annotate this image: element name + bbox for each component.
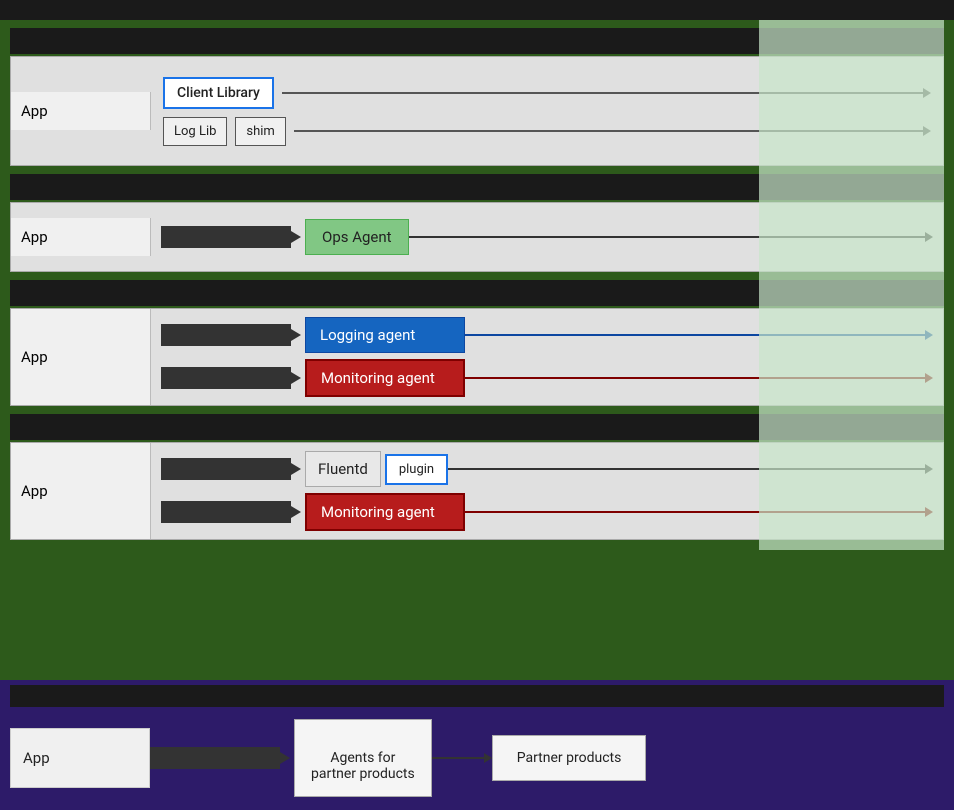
light-green-column	[759, 20, 944, 550]
green-section: App Client Library	[0, 20, 954, 680]
fluentd-box: Fluentd	[305, 451, 381, 487]
monitoring-agent-box-1: Monitoring agent	[305, 359, 465, 397]
fluentd-dark-bar	[161, 458, 291, 480]
monitoring-arrow-head-1	[291, 372, 301, 384]
logging-arrow-head	[291, 329, 301, 341]
row3-app-cell: App	[11, 309, 151, 405]
row4-app-cell: App	[11, 443, 151, 539]
partner-section: App Agents for partner products Partner …	[0, 680, 954, 810]
row2-app-label: App	[21, 228, 48, 246]
fluentd-arrow-head	[291, 463, 301, 475]
monitoring-dark-bar-1	[161, 367, 291, 389]
row1-app-cell: App	[11, 92, 151, 130]
logging-agent-box: Logging agent	[305, 317, 465, 353]
partner-content: App Agents for partner products Partner …	[10, 711, 944, 805]
main-container: App Client Library	[0, 0, 954, 810]
partner-header-bar	[10, 685, 944, 707]
partner-app-cell: App	[10, 728, 150, 788]
row2-app-cell: App	[11, 218, 151, 256]
ops-dark-bar	[161, 226, 291, 248]
client-library-box: Client Library	[163, 77, 274, 109]
log-lib-box: Log Lib	[163, 117, 227, 146]
ops-agent-box: Ops Agent	[305, 219, 409, 255]
partner-app-label: App	[23, 749, 50, 767]
partner-out-connector	[432, 753, 492, 763]
plugin-box: plugin	[385, 454, 448, 485]
row4-app-label: App	[21, 482, 48, 500]
top-bar	[0, 0, 954, 20]
monitoring-agent-box-2: Monitoring agent	[305, 493, 465, 531]
monitoring-dark-bar-2	[161, 501, 291, 523]
ops-arrow-head	[291, 231, 301, 243]
monitoring-arrow-head-2	[291, 506, 301, 518]
partner-products-box: Partner products	[492, 735, 647, 781]
row1-app-label: App	[21, 102, 48, 120]
agents-for-partner-box: Agents for partner products	[294, 719, 432, 797]
partner-arrow-head	[280, 752, 290, 764]
shim-box: shim	[235, 117, 285, 146]
row3-app-label: App	[21, 348, 48, 366]
logging-dark-bar	[161, 324, 291, 346]
partner-dark-bar	[150, 747, 280, 769]
